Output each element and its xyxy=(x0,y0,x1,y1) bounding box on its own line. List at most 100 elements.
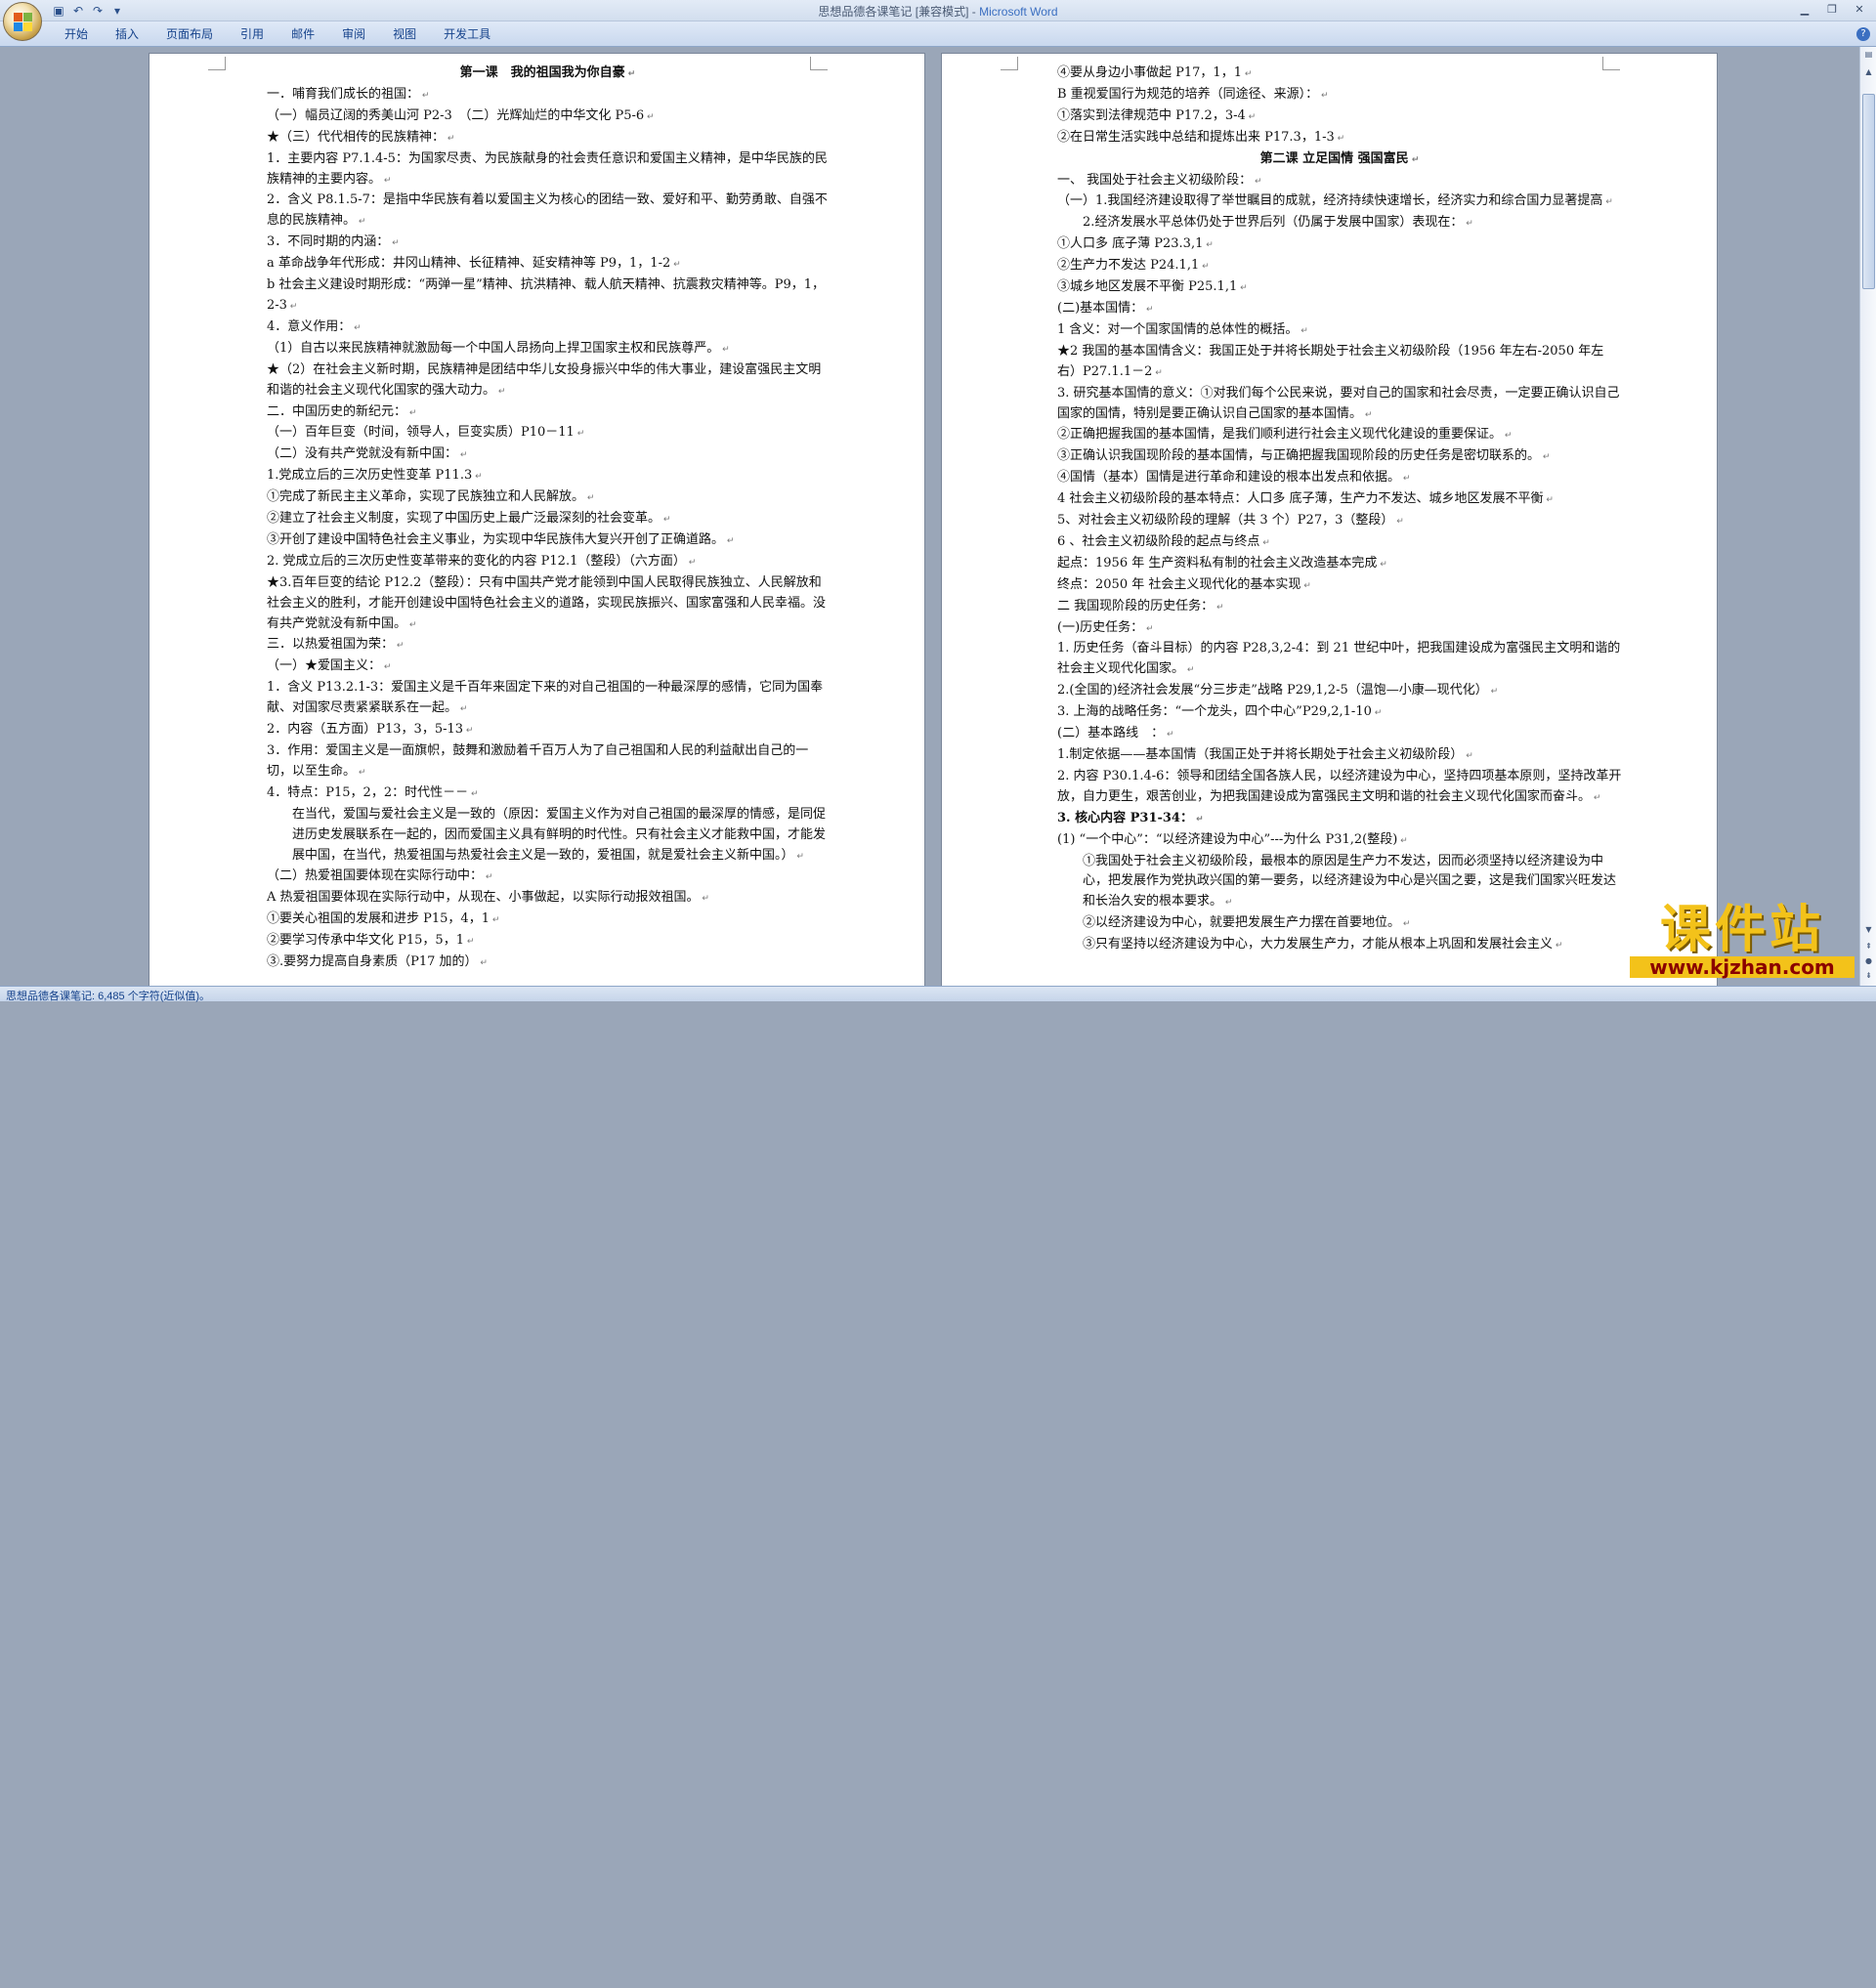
paragraph: ③.要努力提高自身素质（P17 加的） xyxy=(267,952,829,974)
paragraph: 终点：2050 年 社会主义现代化的基本实现 xyxy=(1057,575,1622,597)
page-1[interactable]: 第一课 我的祖国我为你自豪一．哺育我们成长的祖国：（一）幅员辽阔的秀美山河 P2… xyxy=(149,53,925,986)
paragraph: 2．含义 P8.1.5-7：是指中华民族有着以爱国主义为核心的团结一致、爱好和平… xyxy=(267,190,829,233)
minimize-icon[interactable]: ▁ xyxy=(1792,1,1817,19)
paragraph: (二)基本国情： xyxy=(1057,299,1622,320)
paragraph: 一．哺育我们成长的祖国： xyxy=(267,85,829,106)
horizontal-scrollbar[interactable] xyxy=(938,1972,1859,1988)
scroll-down-icon[interactable]: ▼ xyxy=(1861,922,1876,937)
status-bar: 思想品德各课笔记: 6,485 个字符(近似值)。 xyxy=(0,986,1876,1002)
paragraph: ②建立了社会主义制度，实现了中国历史上最广泛最深刻的社会变革。 xyxy=(267,509,829,530)
paragraph: ★（三）代代相传的民族精神： xyxy=(267,128,829,149)
paragraph: 1 含义：对一个国家国情的总体性的概括。 xyxy=(1057,320,1622,342)
paragraph: 三．以热爱祖国为荣： xyxy=(267,635,829,656)
paragraph: 1．含义 P13.2.1-3：爱国主义是千百年来固定下来的对自己祖国的一种最深厚… xyxy=(267,678,829,720)
title-bar: ▣ ↶ ↷ ▾ 思想品德各课笔记 [兼容模式] - Microsoft Word… xyxy=(0,0,1876,21)
paragraph: ★3.百年巨变的结论 P12.2（整段）：只有中国共产党才能领到中国人民取得民族… xyxy=(267,573,829,636)
paragraph: ★2 我国的基本国情含义：我国正处于并将长期处于社会主义初级阶段（1956 年左… xyxy=(1057,342,1622,384)
document-workspace: 第一课 我的祖国我为你自豪一．哺育我们成长的祖国：（一）幅员辽阔的秀美山河 P2… xyxy=(0,47,1859,986)
paragraph: 3．不同时期的内涵： xyxy=(267,233,829,254)
paragraph: ②在日常生活实践中总结和提炼出来 P17.3，1-3 xyxy=(1057,128,1622,149)
ribbon-tabs: 开始 插入 页面布局 引用 邮件 审阅 视图 开发工具 xyxy=(51,26,504,42)
paragraph: 3. 上海的战略任务：“一个龙头，四个中心”P29,2,1-10 xyxy=(1057,702,1622,724)
paragraph: 2.经济发展水平总体仍处于世界后列（仍属于发展中国家）表现在： xyxy=(1057,213,1622,234)
paragraph: ③正确认识我国现阶段的基本国情，与正确把握我国现阶段的历史任务是密切联系的。 xyxy=(1057,446,1622,468)
page-2-body[interactable]: ④要从身边小事做起 P17，1，1B 重视爱国行为规范的培养（同途径、来源）： ①… xyxy=(1057,63,1622,956)
paragraph: B 重视爱国行为规范的培养（同途径、来源）： xyxy=(1057,85,1622,106)
browse-object-icon[interactable]: ● xyxy=(1861,954,1876,968)
paragraph: ①我国处于社会主义初级阶段，最根本的原因是生产力不发达，因而必须坚持以经济建设为… xyxy=(1057,852,1622,914)
paragraph: (1) “一个中心”：“以经济建设为中心”---为什么 P31,2(整段) xyxy=(1057,830,1622,852)
paragraph: ④国情（基本）国情是进行革命和建设的根本出发点和依据。 xyxy=(1057,468,1622,489)
paragraph: （一）幅员辽阔的秀美山河 P2-3 （二）光辉灿烂的中华文化 P5-6 xyxy=(267,106,829,128)
paragraph: 1. 历史任务（奋斗目标）的内容 P28,3,2-4：到 21 世纪中叶，把我国… xyxy=(1057,639,1622,681)
office-logo-icon xyxy=(14,13,33,32)
paragraph: （一）1.我国经济建设取得了举世瞩目的成就，经济持续快速增长，经济实力和综合国力… xyxy=(1057,191,1622,213)
paragraph: ②生产力不发达 P24.1,1 xyxy=(1057,256,1622,277)
scroll-thumb[interactable] xyxy=(1862,94,1875,289)
scroll-up-icon[interactable]: ▲ xyxy=(1861,64,1876,79)
paragraph: 二 我国现阶段的历史任务： xyxy=(1057,597,1622,618)
paragraph: 起点：1956 年 生产资料私有制的社会主义改造基本完成 xyxy=(1057,554,1622,575)
paragraph: 2．内容（五方面）P13，3，5-13 xyxy=(267,720,829,741)
paragraph: ①要关心祖国的发展和进步 P15，4，1 xyxy=(267,909,829,931)
paragraph: a 革命战争年代形成：井冈山精神、长征精神、延安精神等 P9，1，1-2 xyxy=(267,254,829,275)
window-title: 思想品德各课笔记 [兼容模式] - Microsoft Word xyxy=(0,3,1876,20)
vertical-scrollbar[interactable]: ▤ ▲ ▼ ⇞ ● ⇟ xyxy=(1859,47,1876,986)
paragraph: ②正确把握我国的基本国情，是我们顺利进行社会主义现代化建设的重要保证。 xyxy=(1057,425,1622,446)
tab-0[interactable]: 开始 xyxy=(51,26,102,42)
paragraph: 3．作用：爱国主义是一面旗帜，鼓舞和激励着千百万人为了自己祖国和人民的利益献出自… xyxy=(267,741,829,783)
previous-page-icon[interactable]: ⇞ xyxy=(1861,940,1876,953)
paragraph: 二．中国历史的新纪元： xyxy=(267,402,829,424)
paragraph: 2.(全国的)经济社会发展“分三步走”战略 P29,1,2-5（温饱—小康—现代… xyxy=(1057,681,1622,702)
paragraph: ④要从身边小事做起 P17，1，1 xyxy=(1057,63,1622,85)
paragraph: （一）百年巨变（时间，领导人，巨变实质）P10－11 xyxy=(267,423,829,444)
paragraph: （一）★爱国主义： xyxy=(267,656,829,678)
paragraph: 1．主要内容 P7.1.4-5：为国家尽责、为民族献身的社会责任意识和爱国主义精… xyxy=(267,149,829,191)
close-icon[interactable]: ✕ xyxy=(1847,1,1872,19)
paragraph: 第二课 立足国情 强国富民 xyxy=(1057,149,1622,171)
document-title: 思想品德各课笔记 [兼容模式] xyxy=(818,5,969,19)
tab-2[interactable]: 页面布局 xyxy=(152,26,227,42)
maximize-icon[interactable]: ❐ xyxy=(1819,1,1845,19)
paragraph: ★（2）在社会主义新时期，民族精神是团结中华儿女投身振兴中华的伟大事业，建设富强… xyxy=(267,360,829,402)
tab-4[interactable]: 邮件 xyxy=(277,26,328,42)
page-1-body[interactable]: 第一课 我的祖国我为你自豪一．哺育我们成长的祖国：（一）幅员辽阔的秀美山河 P2… xyxy=(267,63,829,974)
paragraph: 1.党成立后的三次历史性变革 P11.3 xyxy=(267,466,829,487)
paragraph: ②以经济建设为中心，就要把发展生产力摆在首要地位。 xyxy=(1057,913,1622,935)
paragraph: 3. 核心内容 P31-34： xyxy=(1057,809,1622,830)
paragraph: 在当代，爱国与爱社会主义是一致的（原因：爱国主义作为对自己祖国的最深厚的情感，是… xyxy=(267,805,829,867)
paragraph: 一、 我国处于社会主义初级阶段： xyxy=(1057,171,1622,192)
office-button[interactable] xyxy=(3,2,42,41)
paragraph: （二）没有共产党就没有新中国： xyxy=(267,444,829,466)
title-separator: - xyxy=(968,5,980,19)
paragraph: (二）基本路线 ： xyxy=(1057,724,1622,745)
tab-5[interactable]: 审阅 xyxy=(328,26,379,42)
tab-7[interactable]: 开发工具 xyxy=(430,26,504,42)
paragraph: (一)历史任务： xyxy=(1057,618,1622,640)
tab-3[interactable]: 引用 xyxy=(227,26,277,42)
ribbon: 开始 插入 页面布局 引用 邮件 审阅 视图 开发工具 ? xyxy=(0,21,1876,47)
paragraph: A 热爱祖国要体现在实际行动中，从现在、小事做起，以实际行动报效祖国。 xyxy=(267,888,829,909)
tab-1[interactable]: 插入 xyxy=(102,26,152,42)
paragraph: （二）热爱祖国要体现在实际行动中： xyxy=(267,867,829,888)
ruler-toggle-icon[interactable]: ▤ xyxy=(1861,47,1876,62)
help-icon[interactable]: ? xyxy=(1856,27,1870,41)
paragraph: ①完成了新民主主义革命，实现了民族独立和人民解放。 xyxy=(267,487,829,509)
paragraph: ③城乡地区发展不平衡 P25.1,1 xyxy=(1057,277,1622,299)
paragraph: 4 社会主义初级阶段的基本特点：人口多 底子薄，生产力不发达、城乡地区发展不平衡 xyxy=(1057,489,1622,511)
margin-corner-mark xyxy=(1001,57,1018,70)
paragraph: ③开创了建设中国特色社会主义事业，为实现中华民族伟大复兴开创了正确道路。 xyxy=(267,530,829,552)
margin-corner-mark xyxy=(208,57,226,70)
paragraph: 1.制定依据——基本国情（我国正处于并将长期处于社会主义初级阶段） xyxy=(1057,745,1622,767)
watermark-url: www.kjzhan.com xyxy=(1630,956,1855,978)
paragraph: ③只有坚持以经济建设为中心，大力发展生产力，才能从根本上巩固和发展社会主义 xyxy=(1057,935,1622,956)
page-2[interactable]: ④要从身边小事做起 P17，1，1B 重视爱国行为规范的培养（同途径、来源）： ①… xyxy=(941,53,1718,986)
paragraph: 2. 党成立后的三次历史性变革带来的变化的内容 P12.1（整段）（六方面） xyxy=(267,552,829,573)
paragraph: 2. 内容 P30.1.4-6：领导和团结全国各族人民，以经济建设为中心，坚持四… xyxy=(1057,767,1622,809)
window-controls: ▁ ❐ ✕ xyxy=(1792,1,1872,19)
paragraph: （1）自古以来民族精神就激励每一个中国人昂扬向上捍卫国家主权和民族尊严。 xyxy=(267,339,829,360)
watermark-logo: 课件站 www.kjzhan.com xyxy=(1630,904,1855,978)
watermark-title: 课件站 xyxy=(1659,901,1824,959)
next-page-icon[interactable]: ⇟ xyxy=(1861,969,1876,983)
tab-6[interactable]: 视图 xyxy=(379,26,430,42)
